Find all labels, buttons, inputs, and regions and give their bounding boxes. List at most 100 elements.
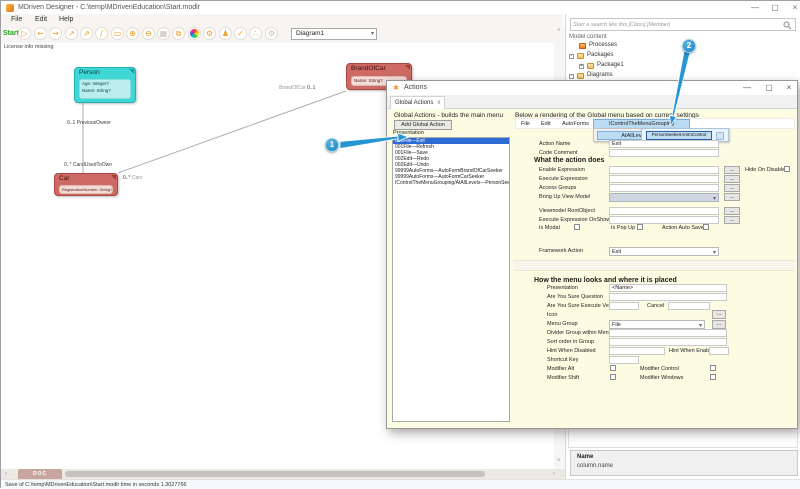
is-modal-checkbox[interactable] [574,224,580,230]
access-groups-ellipsis-button[interactable]: ... [724,184,740,192]
brand-role: BrandOfCar [279,85,306,91]
code-comment-input[interactable] [609,149,719,157]
are-you-sure-execute-verb-input[interactable] [609,302,639,310]
search-box[interactable] [570,18,796,31]
diagram-selector[interactable]: Diagram1 ▾ [291,28,377,40]
enable-expression-input[interactable] [609,166,719,174]
scroll-right-icon[interactable]: › [553,471,555,477]
modifier-windows-checkbox[interactable] [710,374,716,380]
divider-group-input[interactable] [609,329,727,337]
class-person[interactable]: Person Age: Integer? Name: String? [74,67,136,103]
pointer-arrow-line-icon[interactable]: ⇗ [80,27,93,40]
cluster-nodes-icon[interactable]: ∴ [249,27,262,40]
rendered-menu-edit[interactable]: Edit [541,121,550,127]
menu-group-ellipsis-button[interactable]: ... [712,320,726,329]
access-groups-input[interactable] [609,184,719,192]
doc-tab[interactable]: DOC [18,469,62,479]
dialog-close-button[interactable]: × [781,82,797,94]
are-you-sure-question-input[interactable] [609,293,727,301]
field-label-viewmodel-rootobject: Viewmodel RootObject [539,208,595,214]
add-global-action-button[interactable]: Add Global Action [394,120,452,130]
play-icon[interactable]: ▷ [18,27,31,40]
hide-on-disable-checkbox[interactable] [784,166,790,172]
cancel-verb-input[interactable] [668,302,710,310]
menu-group-dropdown[interactable]: File ▾ [609,320,705,329]
framework-action-dropdown[interactable]: Exit ▾ [609,247,719,256]
zoom-in-icon[interactable]: ⊕ [126,27,139,40]
viewmodel-rootobject-ellipsis-button[interactable]: ... [724,207,740,215]
canvas-horizontal-scrollbar[interactable]: ‹ DOC › [1,469,565,479]
icon-ellipsis-button[interactable]: ... [712,310,726,319]
execute-expression-onshow-ellipsis-button[interactable]: ... [724,216,740,224]
app-icon [6,4,14,12]
rendered-menu-file[interactable]: File [521,121,530,127]
hint-when-disabled-input[interactable] [609,347,665,355]
class-brandofcar-title: BrandOfCar [347,64,411,72]
list-item[interactable]: IControlTheMenuGrouping/AtAllLevels—Pers… [393,180,509,186]
field-label-sort-order: Sort order in Group [547,339,594,345]
modifier-control-checkbox[interactable] [710,365,716,371]
diagram-copy-icon[interactable]: ⧉ [172,27,185,40]
actions-dialog-icon: ✱ [393,84,399,92]
enable-expression-ellipsis-button[interactable]: ... [724,166,740,174]
back-arrow-icon[interactable]: ← [34,27,47,40]
field-label-presentation: Presentation [547,285,578,291]
settings-gear-icon[interactable]: ⚙ [265,27,278,40]
section-what-the-action-does: What the action does [534,157,604,164]
menu-edit[interactable]: Edit [35,16,47,23]
user-icon[interactable]: ♟ [219,27,232,40]
presentation-input[interactable]: <Name> [609,284,727,292]
viewmodel-rootobject-input[interactable] [609,207,719,215]
zoom-out-icon[interactable]: ⊖ [142,27,155,40]
class-car[interactable]: Car RegistrationNumber: String? [54,173,118,196]
app-window: MDriven Designer - C:\temp\MDrivenEducat… [0,0,800,488]
menu-help[interactable]: Help [59,16,73,23]
minimize-button[interactable]: — [747,2,763,13]
bring-up-view-model-dropdown[interactable]: ▾ [609,193,719,202]
color-wheel-icon[interactable] [188,27,201,40]
grid-icon[interactable]: ▦ [157,27,170,40]
hint-when-enabled-input[interactable] [709,347,729,355]
collapse-icon[interactable]: - [569,54,574,59]
bring-up-view-model-ellipsis-button[interactable]: ... [724,193,740,201]
menu-file[interactable]: File [11,16,22,23]
tree-label: Processes [589,42,617,48]
flyout-extra-box[interactable] [716,132,724,140]
line-tool-icon[interactable]: ∕ [95,27,108,40]
execute-expression-input[interactable] [609,175,719,183]
tab-global-actions[interactable]: Global Actionsx [390,96,445,109]
modifier-alt-checkbox[interactable] [610,365,616,371]
dialog-maximize-button[interactable]: ▢ [761,82,777,94]
validate-check-icon[interactable]: ✓ [234,27,247,40]
close-button[interactable]: × [787,2,800,13]
dialog-minimize-button[interactable]: — [739,82,755,94]
tab-close-icon[interactable]: x [437,100,440,106]
sort-order-input[interactable] [609,338,727,346]
scrollbar-thumb[interactable] [65,471,485,477]
presentation-listbox[interactable]: 001File—Exit 001File—Refresh 001File—Sav… [392,137,510,422]
execute-expression-ellipsis-button[interactable]: ... [724,175,740,183]
search-input[interactable] [573,20,778,30]
fold-icon [111,175,116,180]
property-panel: ˅ Name column.name [570,450,798,476]
execute-expression-onshow-input[interactable] [609,216,719,224]
rendered-menu-autoforms[interactable]: AutoForms [562,121,589,127]
flyout-item-personseekeriamincontrol[interactable]: PersonSeekerIAmInControl [646,131,712,140]
shortcut-key-input[interactable] [609,356,639,364]
car-attr-regnum: RegistrationNumber: String? [62,187,110,194]
settings-gears-icon[interactable]: ⚙ [203,27,216,40]
pointer-arrow-icon[interactable]: ↗ [65,27,78,40]
action-name-input[interactable]: Exit [609,140,719,148]
collapse-icon[interactable]: - [569,74,574,79]
screen-icon[interactable]: ▭ [111,27,124,40]
field-label-are-you-sure-question: Are You Sure Question [547,294,603,300]
maximize-button[interactable]: ▢ [767,2,783,13]
scroll-left-icon[interactable]: ‹ [5,471,7,477]
forward-arrow-icon[interactable]: → [49,27,62,40]
scroll-up-icon[interactable]: ˄ [557,28,561,34]
is-pop-up-checkbox[interactable] [637,224,643,230]
action-auto-saves-checkbox[interactable] [703,224,709,230]
scroll-down-icon[interactable]: ˅ [557,458,561,464]
expand-icon[interactable]: + [579,64,584,69]
modifier-shift-checkbox[interactable] [610,374,616,380]
